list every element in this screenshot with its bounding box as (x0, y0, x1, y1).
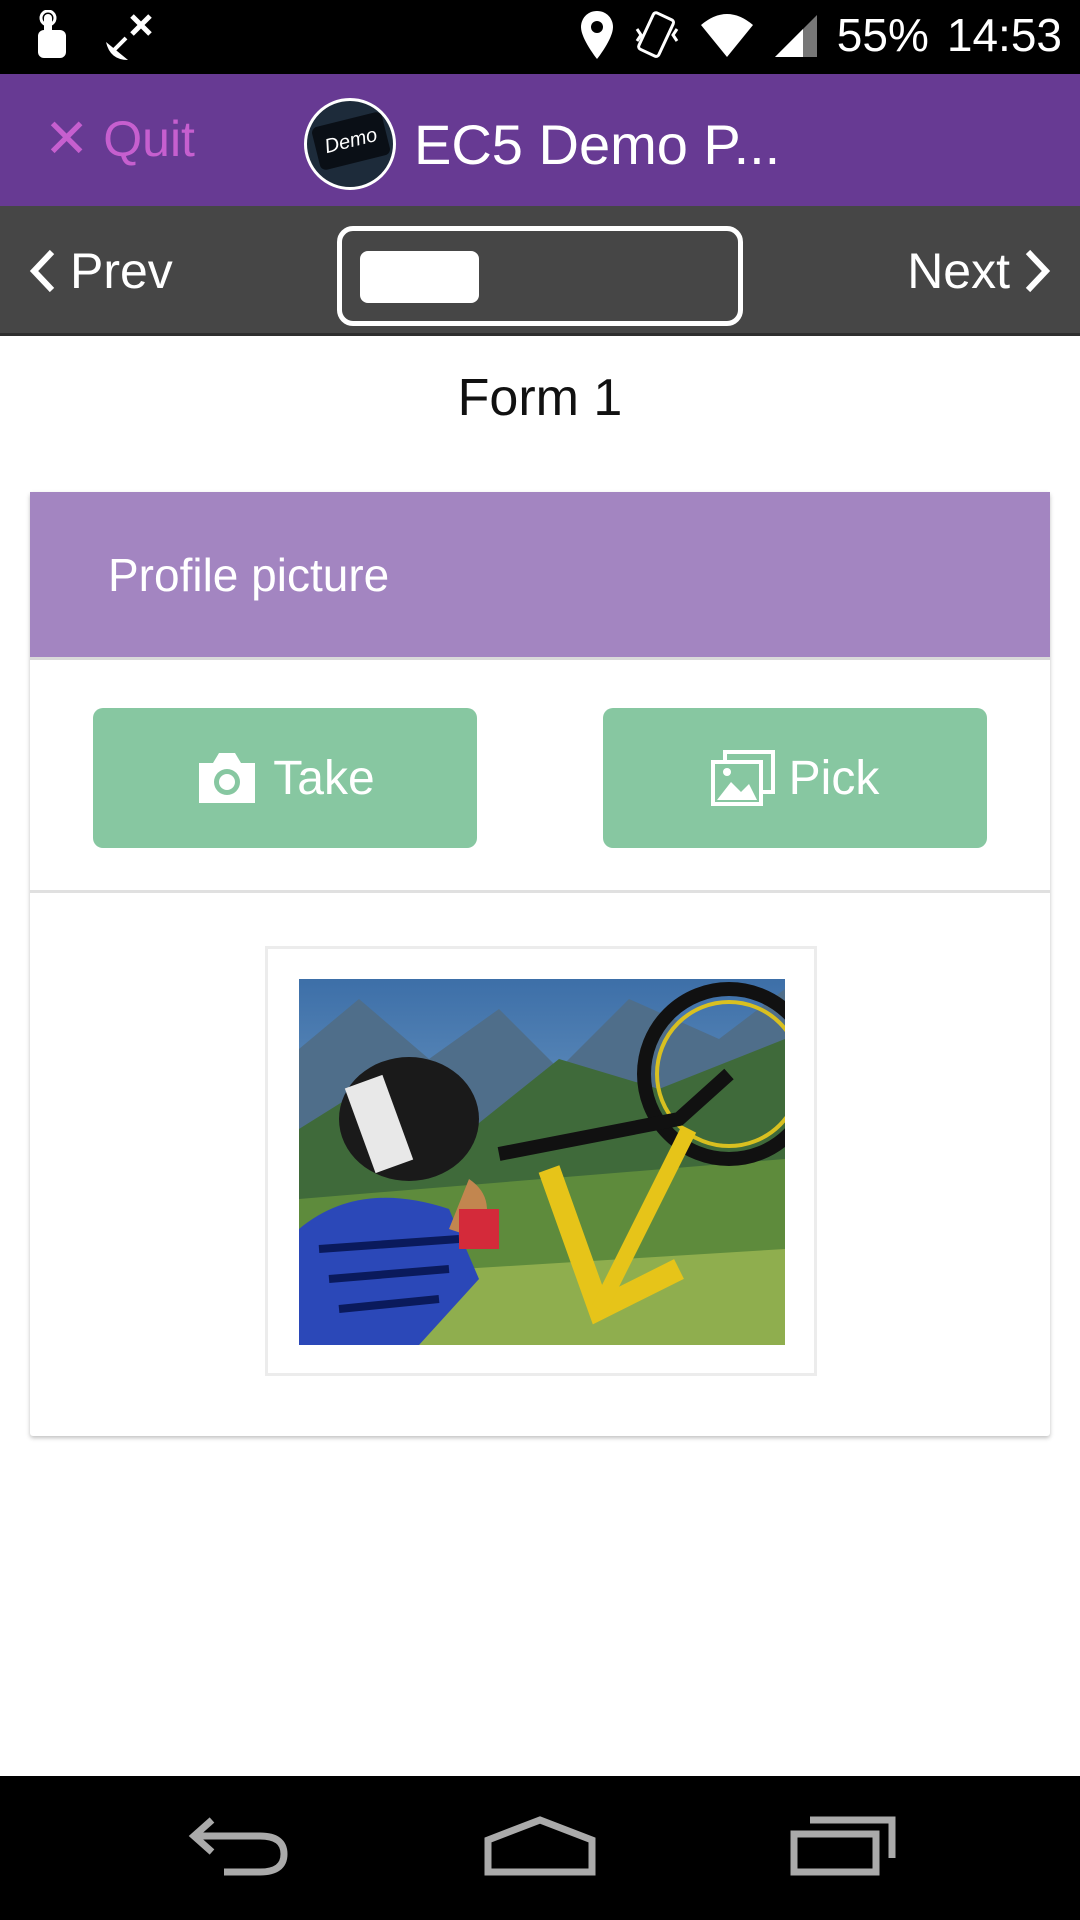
app-bar: ✕ Quit Demo EC5 Demo P... (0, 74, 1080, 206)
vibrate-icon (633, 9, 681, 61)
progress-fill (360, 251, 479, 303)
gallery-icon (710, 750, 775, 806)
status-bar: 55% 14:53 (0, 0, 1080, 74)
project-header: Demo EC5 Demo P... (304, 98, 780, 190)
satellite-off-icon (100, 10, 156, 66)
project-logo: Demo (304, 98, 396, 190)
question-header: Profile picture (30, 492, 1050, 660)
next-button[interactable]: Next (907, 242, 1052, 300)
photo-preview (265, 946, 817, 1376)
home-icon[interactable] (484, 1816, 596, 1881)
form-nav-bar: Prev Next (0, 206, 1080, 336)
wifi-icon (699, 11, 755, 59)
question-label: Profile picture (108, 548, 390, 601)
question-card: Profile picture Take Pick (30, 492, 1050, 1436)
location-icon (579, 9, 615, 61)
quit-button[interactable]: ✕ Quit (44, 110, 195, 168)
pick-label: Pick (788, 751, 880, 805)
camera-icon (199, 753, 256, 803)
prev-button[interactable]: Prev (28, 242, 173, 300)
profile-photo (299, 979, 785, 1345)
close-icon: ✕ (44, 109, 90, 169)
next-label: Next (907, 243, 1010, 299)
photo-actions: Take Pick (30, 660, 1050, 893)
signal-icon (773, 11, 819, 59)
touch-icon (28, 10, 78, 66)
project-logo-text: Demo (310, 110, 392, 172)
pick-photo-button[interactable]: Pick (603, 708, 987, 848)
recent-apps-icon[interactable] (790, 1816, 896, 1881)
project-title: EC5 Demo P... (414, 112, 781, 176)
chevron-left-icon (29, 249, 55, 293)
back-icon[interactable] (188, 1816, 290, 1881)
progress-bar (337, 226, 743, 326)
take-photo-button[interactable]: Take (93, 708, 477, 848)
chevron-right-icon (1025, 249, 1051, 293)
battery-percent: 55% (836, 9, 929, 61)
take-label: Take (273, 751, 375, 805)
prev-label: Prev (70, 243, 173, 299)
system-nav-bar (0, 1776, 1080, 1920)
quit-label: Quit (103, 111, 195, 167)
form-title: Form 1 (457, 369, 623, 427)
clock: 14:53 (946, 9, 1062, 61)
